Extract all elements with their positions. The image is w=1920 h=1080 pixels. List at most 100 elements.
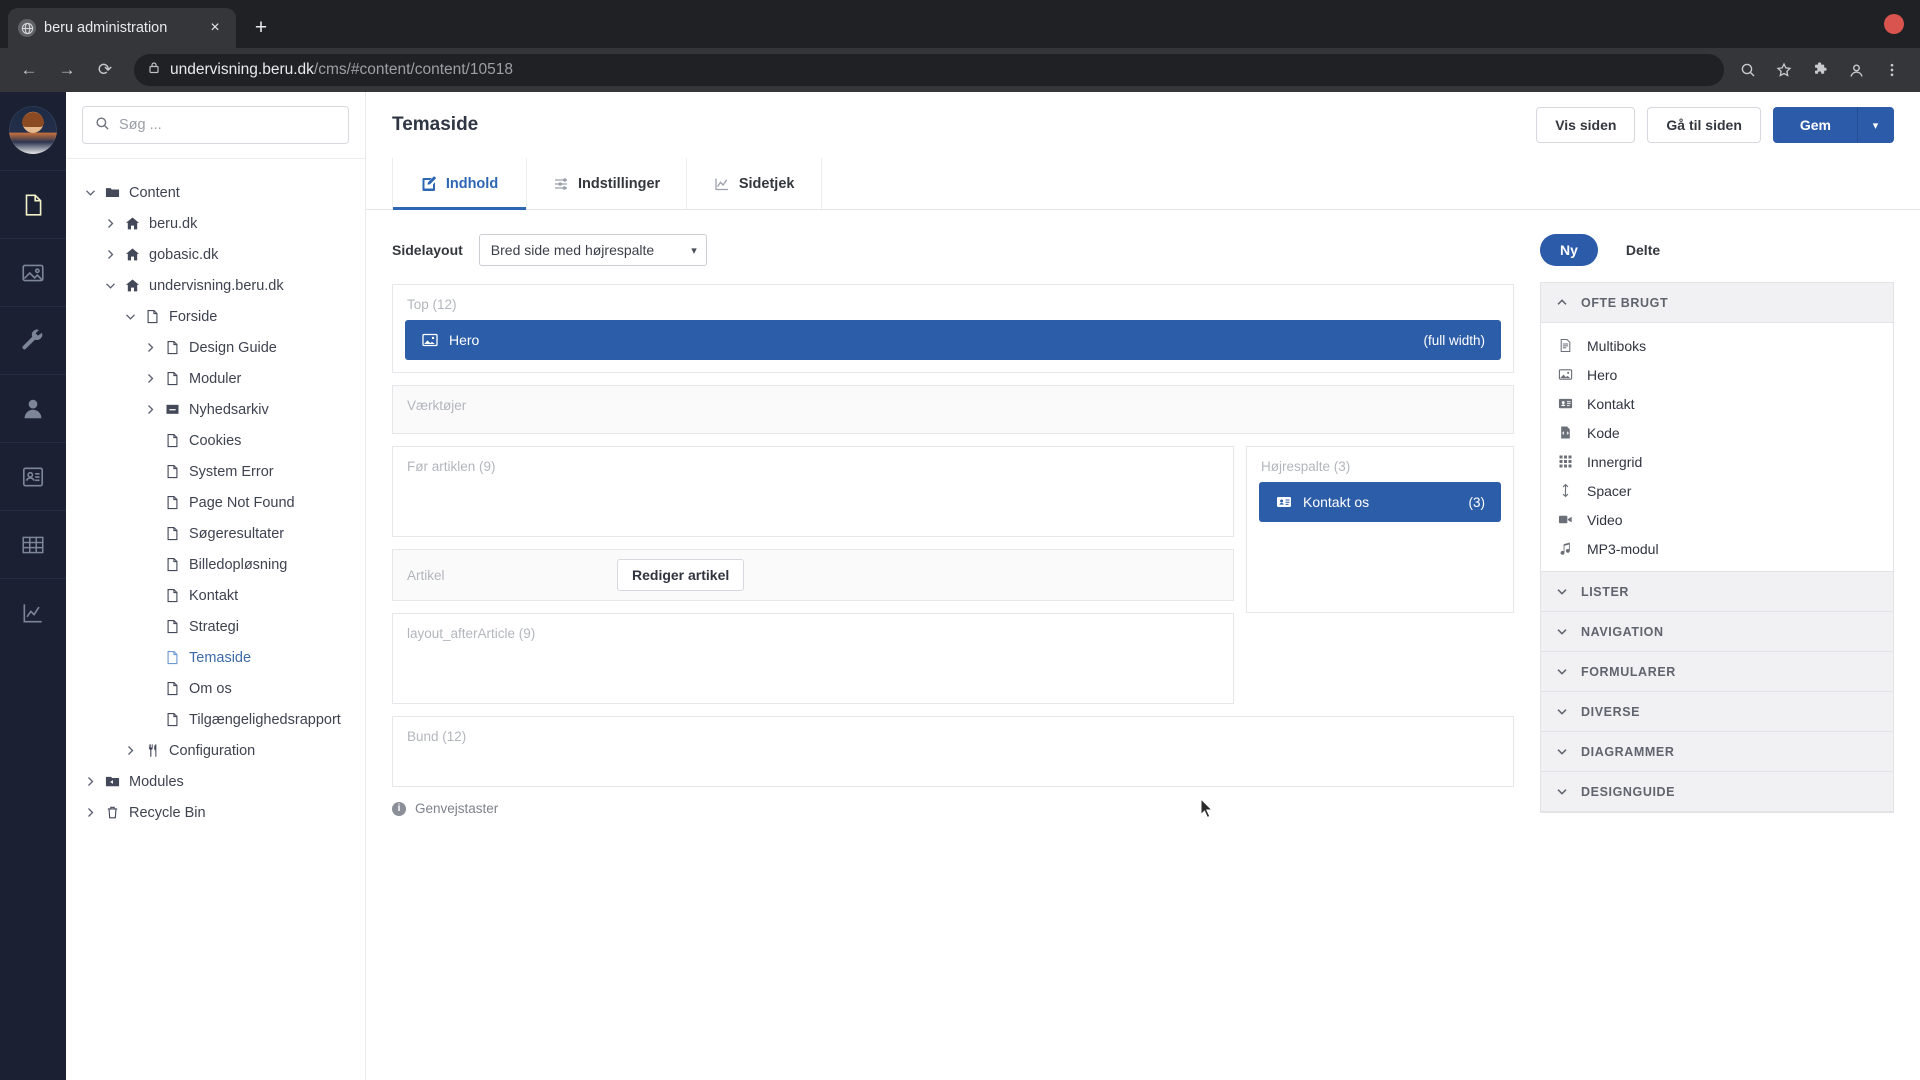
tree-node-page-not-found[interactable]: Page Not Found bbox=[66, 487, 365, 518]
chevron-right-icon[interactable] bbox=[140, 342, 160, 353]
rail-item-users[interactable] bbox=[0, 374, 66, 442]
tree-node-configuration[interactable]: Configuration bbox=[66, 735, 365, 766]
tree-node-recycle-bin[interactable]: Recycle Bin bbox=[66, 797, 365, 828]
grid-area-vaerktojer[interactable]: Værktøjer bbox=[392, 385, 1514, 434]
chevron-right-icon[interactable] bbox=[100, 218, 120, 229]
tree-node-label: beru.dk bbox=[149, 215, 198, 232]
tab-indstillinger[interactable]: Indstillinger bbox=[527, 158, 688, 209]
tree-node-tilg-ngelighedsrapport[interactable]: Tilgængelighedsrapport bbox=[66, 704, 365, 735]
module-item-kontakt[interactable]: Kontakt bbox=[1541, 389, 1893, 418]
grid-module-hero[interactable]: Hero (full width) bbox=[405, 320, 1501, 360]
grid-area-label: Bund (12) bbox=[407, 729, 467, 744]
forward-icon[interactable]: → bbox=[50, 53, 84, 87]
panel-pill-delte[interactable]: Delte bbox=[1606, 234, 1680, 266]
chevron-right-icon[interactable] bbox=[140, 404, 160, 415]
tree-node-gobasic-dk[interactable]: gobasic.dk bbox=[66, 239, 365, 270]
browser-tabstrip: beru administration × + bbox=[0, 0, 1920, 48]
profile-icon[interactable] bbox=[1844, 58, 1868, 82]
goto-page-button[interactable]: Gå til siden bbox=[1647, 107, 1761, 143]
category-header-navigation[interactable]: NAVIGATION bbox=[1541, 612, 1893, 652]
category-header-diagrammer[interactable]: DIAGRAMMER bbox=[1541, 732, 1893, 772]
tree-node-moduler[interactable]: Moduler bbox=[66, 363, 365, 394]
module-item-innergrid[interactable]: Innergrid bbox=[1541, 447, 1893, 476]
tree-node-cookies[interactable]: Cookies bbox=[66, 425, 365, 456]
tree-node-design-guide[interactable]: Design Guide bbox=[66, 332, 365, 363]
grid-area-top[interactable]: Top (12) Hero (full width) bbox=[392, 284, 1514, 373]
category-header-diverse[interactable]: DIVERSE bbox=[1541, 692, 1893, 732]
tree-node-nyhedsarkiv[interactable]: Nyhedsarkiv bbox=[66, 394, 365, 425]
module-item-label: Spacer bbox=[1587, 482, 1632, 499]
preview-page-button[interactable]: Vis siden bbox=[1536, 107, 1636, 143]
search-input[interactable]: Søg ... bbox=[82, 106, 349, 144]
module-item-mp3-modul[interactable]: MP3-modul bbox=[1541, 534, 1893, 563]
grid-area-bund[interactable]: Bund (12) bbox=[392, 716, 1514, 787]
module-item-hero[interactable]: Hero bbox=[1541, 360, 1893, 389]
tree-node-kontakt[interactable]: Kontakt bbox=[66, 580, 365, 611]
rail-item-content[interactable] bbox=[0, 170, 66, 238]
rail-item-analytics[interactable] bbox=[0, 578, 66, 646]
user-avatar[interactable] bbox=[9, 106, 57, 154]
chevron-right-icon[interactable] bbox=[80, 776, 100, 787]
grid-area-hojrespalte[interactable]: Højrespalte (3) Kontakt os (3) bbox=[1246, 446, 1514, 613]
back-icon[interactable]: ← bbox=[12, 53, 46, 87]
rail-item-media[interactable] bbox=[0, 238, 66, 306]
extensions-icon[interactable] bbox=[1808, 58, 1832, 82]
chevron-down-icon[interactable] bbox=[100, 281, 120, 290]
document-icon bbox=[160, 495, 184, 510]
grid-module-meta: (full width) bbox=[1423, 332, 1485, 348]
tree-node-temaside[interactable]: Temaside bbox=[66, 642, 365, 673]
close-icon[interactable]: × bbox=[204, 17, 226, 39]
grid-module-kontakt-os[interactable]: Kontakt os (3) bbox=[1259, 482, 1501, 522]
tree-node-undervisning-beru-dk[interactable]: undervisning.beru.dk bbox=[66, 270, 365, 301]
chevron-right-icon[interactable] bbox=[120, 745, 140, 756]
grid-area-for-artiklen[interactable]: Før artiklen (9) bbox=[392, 446, 1234, 537]
chevron-down-icon[interactable] bbox=[80, 188, 100, 197]
zoom-icon[interactable] bbox=[1736, 58, 1760, 82]
tab-indhold[interactable]: Indhold bbox=[392, 158, 527, 210]
category-header-formularer[interactable]: FORMULARER bbox=[1541, 652, 1893, 692]
grid-area-artikel[interactable]: Artikel Rediger artikel bbox=[392, 549, 1234, 601]
document-icon bbox=[140, 309, 164, 324]
browser-profile-indicator[interactable] bbox=[1884, 14, 1904, 34]
category-header-ofte brugt[interactable]: OFTE BRUGT bbox=[1541, 283, 1893, 323]
category-header-lister[interactable]: LISTER bbox=[1541, 572, 1893, 612]
panel-pill-ny[interactable]: Ny bbox=[1540, 234, 1598, 266]
browser-tab[interactable]: beru administration × bbox=[8, 8, 236, 48]
tree-node-forside[interactable]: Forside bbox=[66, 301, 365, 332]
reload-icon[interactable]: ⟳ bbox=[88, 53, 122, 87]
tree-node-s-geresultater[interactable]: Søgeresultater bbox=[66, 518, 365, 549]
chevron-right-icon[interactable] bbox=[80, 807, 100, 818]
module-item-kode[interactable]: Kode bbox=[1541, 418, 1893, 447]
rail-item-settings[interactable] bbox=[0, 306, 66, 374]
grid-area-after-article[interactable]: layout_afterArticle (9) bbox=[392, 613, 1234, 704]
edit-article-button[interactable]: Rediger artikel bbox=[617, 559, 745, 591]
home-icon bbox=[120, 278, 144, 293]
address-bar[interactable]: undervisning.beru.dk/cms/#content/conten… bbox=[134, 54, 1724, 86]
save-button[interactable]: Gem bbox=[1772, 107, 1858, 143]
document-icon bbox=[160, 619, 184, 634]
menu-kebab-icon[interactable] bbox=[1880, 58, 1904, 82]
chevron-down-icon[interactable] bbox=[120, 312, 140, 321]
bookmark-star-icon[interactable] bbox=[1772, 58, 1796, 82]
tree-node-om-os[interactable]: Om os bbox=[66, 673, 365, 704]
tree-node-system-error[interactable]: System Error bbox=[66, 456, 365, 487]
tree-node-content[interactable]: Content bbox=[66, 177, 365, 208]
rail-item-forms[interactable] bbox=[0, 510, 66, 578]
sidelayout-select[interactable]: Bred side med højrespalte ▾ bbox=[478, 234, 707, 266]
module-item-video[interactable]: Video bbox=[1541, 505, 1893, 534]
chevron-right-icon[interactable] bbox=[100, 249, 120, 260]
chevron-right-icon[interactable] bbox=[140, 373, 160, 384]
save-chevron-down-icon[interactable]: ▾ bbox=[1858, 107, 1894, 143]
shortcuts-row[interactable]: i Genvejstaster bbox=[392, 801, 1514, 816]
tree-node-modules[interactable]: Modules bbox=[66, 766, 365, 797]
tree-node-strategi[interactable]: Strategi bbox=[66, 611, 365, 642]
module-item-multiboks[interactable]: Multiboks bbox=[1541, 331, 1893, 360]
module-item-spacer[interactable]: Spacer bbox=[1541, 476, 1893, 505]
grid-area-label: layout_afterArticle (9) bbox=[407, 626, 536, 641]
tree-node-billedopl-sning[interactable]: Billedopløsning bbox=[66, 549, 365, 580]
rail-item-members[interactable] bbox=[0, 442, 66, 510]
new-tab-button[interactable]: + bbox=[244, 11, 278, 45]
tree-node-beru-dk[interactable]: beru.dk bbox=[66, 208, 365, 239]
category-header-designguide[interactable]: DESIGNGUIDE bbox=[1541, 772, 1893, 812]
tab-sidetjek[interactable]: Sidetjek bbox=[687, 158, 823, 209]
